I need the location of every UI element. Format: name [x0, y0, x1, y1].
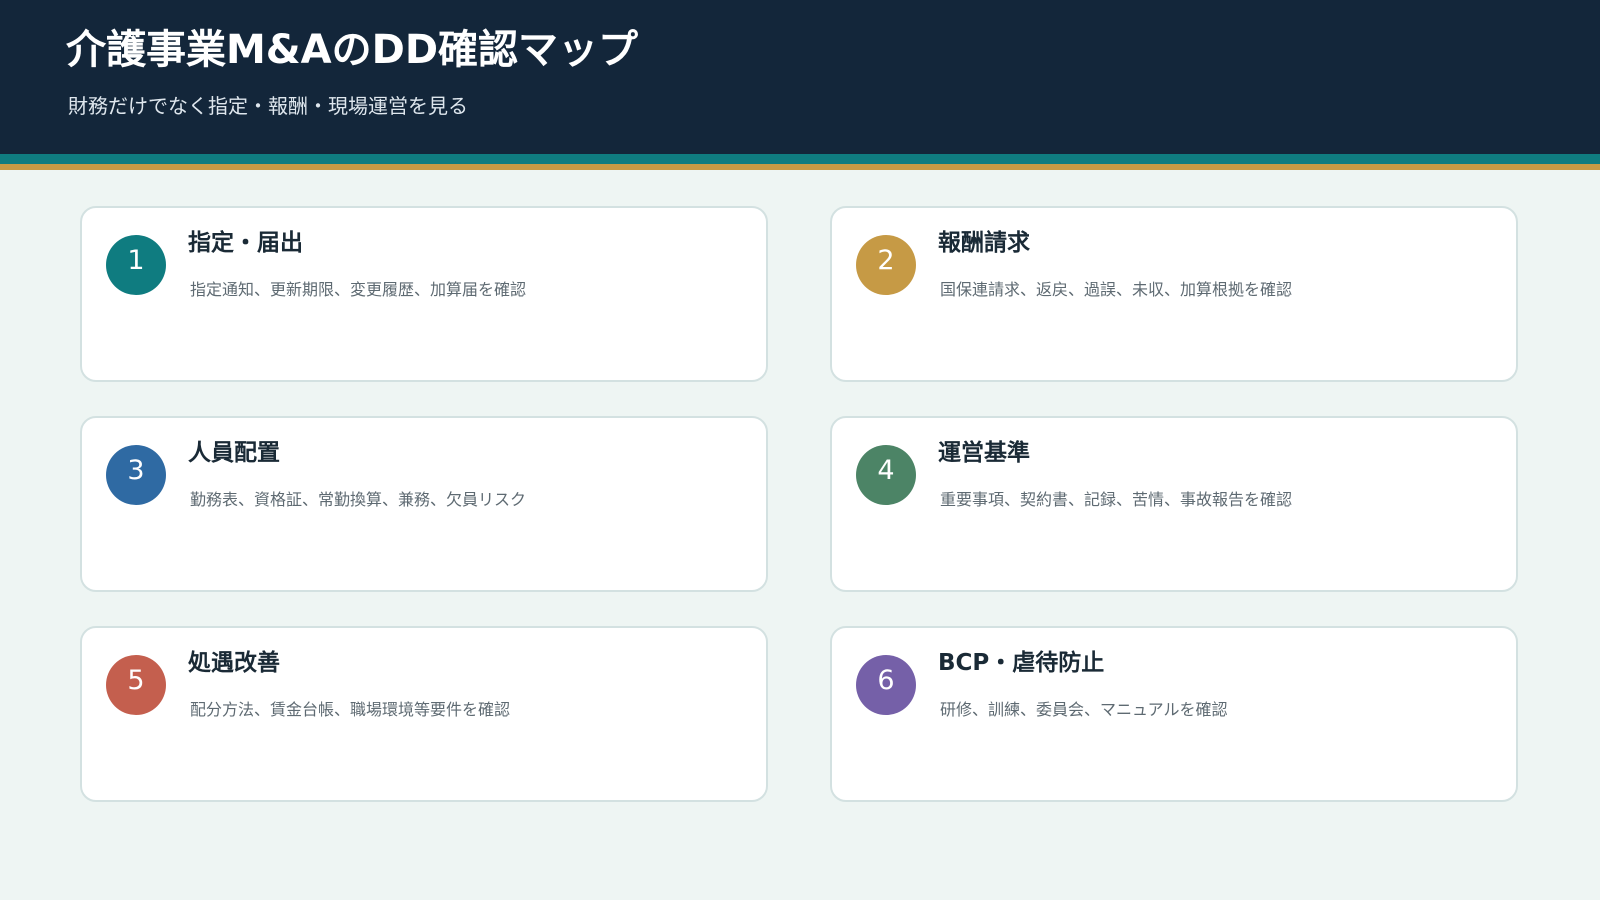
card-description: 国保連請求、返戻、過誤、未収、加算根拠を確認 [940, 280, 1293, 299]
page-title: 介護事業M&AのDD確認マップ [66, 27, 639, 73]
card-description: 指定通知、更新期限、変更履歴、加算届を確認 [190, 280, 527, 299]
card-title: 報酬請求 [938, 230, 1030, 256]
page-subtitle: 財務だけでなく指定・報酬・現場運営を見る [68, 94, 468, 118]
accent-stripe-gold [0, 164, 1600, 170]
card-staffing: 3 人員配置 勤務表、資格証、常勤換算、兼務、欠員リスク [80, 416, 768, 592]
number-badge: 6 [856, 655, 916, 715]
card-description: 勤務表、資格証、常勤換算、兼務、欠員リスク [190, 490, 527, 509]
card-description: 研修、訓練、委員会、マニュアルを確認 [940, 700, 1228, 719]
accent-stripe-teal [0, 154, 1600, 164]
card-title: 指定・届出 [188, 230, 303, 256]
number-badge: 4 [856, 445, 916, 505]
header-banner: 介護事業M&AのDD確認マップ 財務だけでなく指定・報酬・現場運営を見る [0, 0, 1600, 154]
card-bcp-abuse-prevention: 6 BCP・虐待防止 研修、訓練、委員会、マニュアルを確認 [830, 626, 1518, 802]
card-treatment-improvement: 5 処遇改善 配分方法、賃金台帳、職場環境等要件を確認 [80, 626, 768, 802]
card-description: 配分方法、賃金台帳、職場環境等要件を確認 [190, 700, 511, 719]
card-reward-billing: 2 報酬請求 国保連請求、返戻、過誤、未収、加算根拠を確認 [830, 206, 1518, 382]
card-title: 人員配置 [188, 440, 280, 466]
number-badge: 3 [106, 445, 166, 505]
number-badge: 5 [106, 655, 166, 715]
card-title: 運営基準 [938, 440, 1030, 466]
card-title: 処遇改善 [188, 650, 280, 676]
card-description: 重要事項、契約書、記録、苦情、事故報告を確認 [940, 490, 1293, 509]
card-operating-standards: 4 運営基準 重要事項、契約書、記録、苦情、事故報告を確認 [830, 416, 1518, 592]
card-title: BCP・虐待防止 [938, 650, 1105, 676]
number-badge: 2 [856, 235, 916, 295]
number-badge: 1 [106, 235, 166, 295]
card-designation-filings: 1 指定・届出 指定通知、更新期限、変更履歴、加算届を確認 [80, 206, 768, 382]
